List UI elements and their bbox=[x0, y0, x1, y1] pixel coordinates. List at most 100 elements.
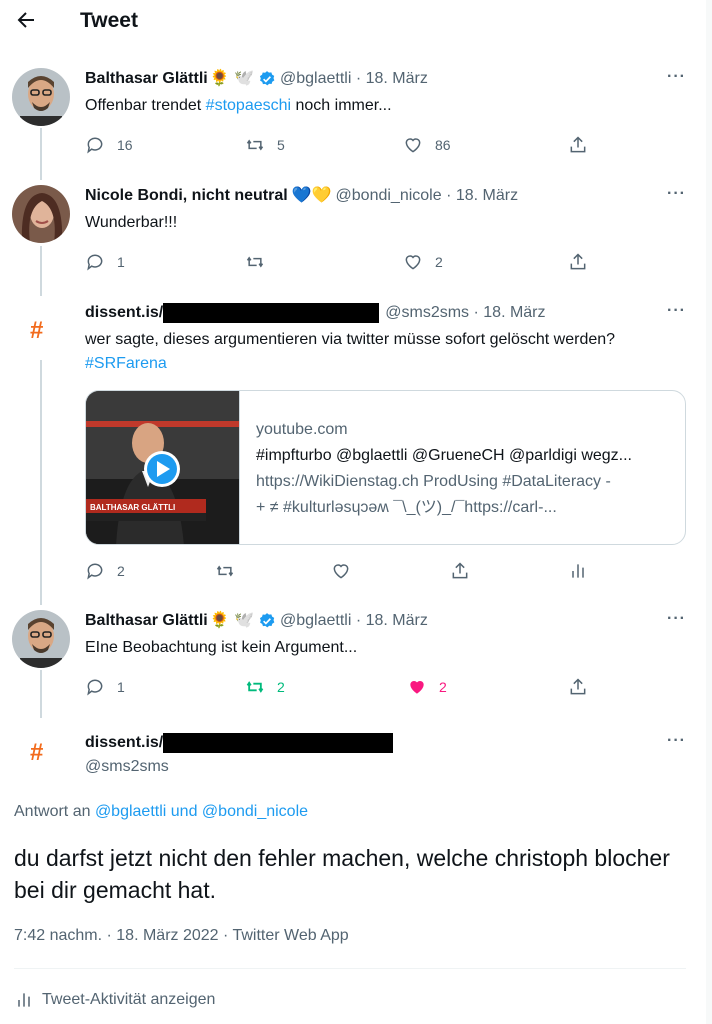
tweet-meta: dissent.is/ bbox=[85, 732, 394, 754]
card-description: + ≠ #kulturləsɥɔəʍ ¯\_(ツ)_/¯https://carl… bbox=[256, 499, 557, 516]
thread-line bbox=[40, 360, 42, 605]
name-emoji: 🌻 🕊️ bbox=[209, 70, 254, 87]
reply-icon bbox=[87, 563, 103, 580]
like-button[interactable] bbox=[331, 560, 351, 582]
link-preview-card[interactable]: BALTHASAR GLÄTTLI youtube.com #impfturbo… bbox=[85, 390, 686, 545]
share-icon bbox=[452, 562, 468, 579]
thread-line bbox=[40, 670, 42, 718]
retweet-icon bbox=[246, 139, 264, 151]
tweet-date[interactable]: 18. März bbox=[366, 610, 428, 632]
like-button[interactable]: 86 bbox=[403, 134, 451, 156]
author-handle[interactable]: @bglaettli bbox=[280, 610, 351, 632]
tweet-meta: Balthasar Glättli 🌻 🕊️ @bglaettli · 18. … bbox=[85, 610, 428, 632]
more-options-icon[interactable]: ··· bbox=[667, 610, 686, 628]
tweet-meta-handle: @sms2sms bbox=[85, 756, 169, 778]
analytics-button[interactable] bbox=[568, 560, 588, 582]
scrollbar[interactable] bbox=[706, 0, 712, 1024]
share-icon bbox=[570, 678, 586, 695]
retweet-button[interactable]: 5 bbox=[245, 134, 285, 156]
share-button[interactable] bbox=[568, 676, 588, 698]
hashtag-link[interactable]: #SRFarena bbox=[85, 352, 685, 376]
reply-user-link[interactable]: @bondi_nicole bbox=[202, 803, 308, 820]
avatar[interactable] bbox=[12, 185, 70, 243]
author-handle[interactable]: @bondi_nicole bbox=[336, 185, 442, 207]
name-emoji: 💙💛 bbox=[291, 187, 332, 204]
header: Tweet bbox=[0, 0, 712, 44]
retweet-button[interactable] bbox=[215, 560, 235, 582]
analytics-icon bbox=[18, 993, 30, 1007]
verified-badge-icon bbox=[258, 612, 276, 630]
more-options-icon[interactable]: ··· bbox=[667, 302, 686, 320]
author-name[interactable]: Balthasar Glättli bbox=[85, 610, 208, 632]
tweet-activity-label: Tweet-Aktivität anzeigen bbox=[42, 991, 216, 1008]
tweet-text: Wunderbar!!! bbox=[85, 214, 178, 231]
heart-icon bbox=[333, 564, 349, 579]
verified-badge-icon bbox=[258, 70, 276, 88]
author-name[interactable]: dissent.is/ bbox=[85, 732, 163, 754]
heart-icon bbox=[405, 255, 421, 270]
share-icon bbox=[570, 136, 586, 153]
tweet-date[interactable]: 18. März bbox=[483, 302, 545, 324]
like-button[interactable]: 2 bbox=[407, 676, 447, 698]
page-title: Tweet bbox=[80, 9, 138, 32]
retweet-button[interactable]: 2 bbox=[245, 676, 285, 698]
tweet-activity-button[interactable]: Tweet-Aktivität anzeigen bbox=[14, 990, 215, 1010]
video-thumbnail[interactable]: BALTHASAR GLÄTTLI bbox=[86, 391, 240, 544]
retweet-button[interactable] bbox=[245, 251, 277, 273]
author-handle[interactable]: @sms2sms bbox=[385, 302, 469, 324]
redaction-bar bbox=[163, 303, 380, 323]
tweet-timestamp[interactable]: 7:42 nachm. · 18. März 2022 · Twitter We… bbox=[14, 927, 349, 945]
author-name[interactable]: Balthasar Glättli bbox=[85, 68, 208, 90]
reply-button[interactable]: 1 bbox=[85, 676, 125, 698]
author-name[interactable]: dissent.is/ bbox=[85, 302, 163, 324]
name-emoji: 🌻 🕊️ bbox=[209, 612, 254, 629]
reply-icon bbox=[87, 137, 103, 154]
tweet-date[interactable]: 18. März bbox=[366, 68, 428, 90]
reply-icon bbox=[87, 254, 103, 271]
reply-button[interactable]: 1 bbox=[85, 251, 125, 273]
thread-line bbox=[40, 128, 42, 180]
author-name[interactable]: Nicole Bondi, nicht neutral bbox=[85, 185, 288, 207]
avatar[interactable] bbox=[12, 68, 70, 126]
more-options-icon[interactable]: ··· bbox=[667, 68, 686, 86]
reply-button[interactable]: 16 bbox=[85, 134, 133, 156]
back-arrow-icon[interactable] bbox=[14, 8, 40, 34]
more-options-icon[interactable]: ··· bbox=[667, 732, 686, 750]
retweet-icon bbox=[216, 565, 234, 577]
redaction-bar bbox=[163, 733, 394, 753]
hash-avatar-icon[interactable]: # bbox=[30, 738, 54, 768]
share-button[interactable] bbox=[450, 560, 470, 582]
heart-icon bbox=[405, 138, 421, 153]
main-tweet-text: du darfst jetzt nicht den fehler machen,… bbox=[14, 845, 670, 903]
tweet-meta: Nicole Bondi, nicht neutral 💙💛 @bondi_ni… bbox=[85, 185, 518, 207]
author-handle[interactable]: @bglaettli bbox=[280, 68, 351, 90]
tweet-date[interactable]: 18. März bbox=[456, 185, 518, 207]
like-button[interactable]: 2 bbox=[403, 251, 443, 273]
share-icon bbox=[570, 253, 586, 270]
card-description: https://WikiDienstag.ch ProdUsing #DataL… bbox=[256, 473, 611, 490]
share-button[interactable] bbox=[568, 134, 588, 156]
more-options-icon[interactable]: ··· bbox=[667, 185, 686, 203]
card-text: youtube.com #impfturbo @bglaettli @Gruen… bbox=[256, 417, 676, 521]
tweet-text: EIne Beobachtung ist kein Argument... bbox=[85, 639, 358, 656]
retweet-icon bbox=[246, 256, 264, 268]
reply-to-line: Antwort an @bglaettli und @bondi_nicole bbox=[14, 803, 309, 820]
heart-filled-icon bbox=[410, 681, 424, 694]
tweet-meta: dissent.is/ @sms2sms · 18. März bbox=[85, 302, 546, 324]
reply-user-link[interactable]: @bglaettli bbox=[95, 803, 166, 820]
thread-line bbox=[40, 246, 42, 296]
hashtag-link[interactable]: #stopaeschi bbox=[206, 97, 291, 114]
svg-text:BALTHASAR GLÄTTLI: BALTHASAR GLÄTTLI bbox=[90, 503, 175, 512]
card-domain: youtube.com bbox=[256, 421, 348, 438]
avatar[interactable] bbox=[12, 610, 70, 668]
tweet-text: Offenbar trendet #stopaeschi noch immer.… bbox=[85, 97, 392, 114]
retweet-icon bbox=[246, 681, 264, 693]
share-button[interactable] bbox=[568, 251, 588, 273]
reply-button[interactable]: 2 bbox=[85, 560, 125, 582]
reply-icon bbox=[87, 679, 103, 696]
author-handle[interactable]: @sms2sms bbox=[85, 756, 169, 778]
divider bbox=[14, 968, 686, 969]
analytics-icon bbox=[572, 564, 584, 578]
hash-avatar-icon[interactable]: # bbox=[30, 316, 54, 346]
tweet-meta: Balthasar Glättli 🌻 🕊️ @bglaettli · 18. … bbox=[85, 68, 428, 90]
